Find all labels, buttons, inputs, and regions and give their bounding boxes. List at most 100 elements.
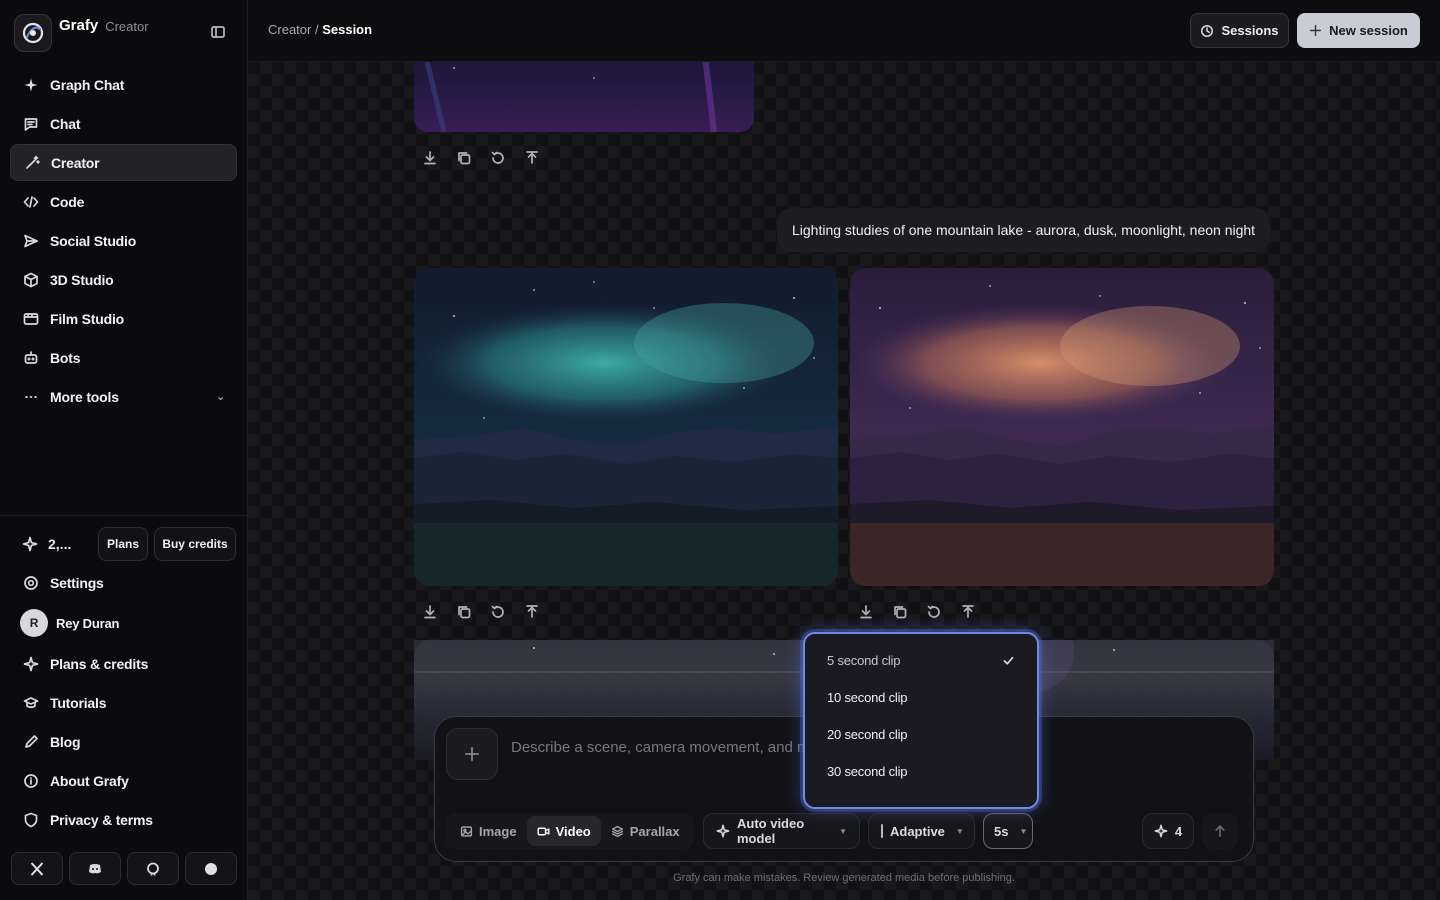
check-icon: [1002, 654, 1015, 667]
nav-item-graph-chat[interactable]: Graph Chat: [10, 66, 237, 103]
mode-parallax[interactable]: Parallax: [601, 816, 690, 846]
plus-icon: [1309, 24, 1322, 37]
disclaimer: Grafy can make mistakes. Review generate…: [673, 872, 1015, 884]
download-icon[interactable]: [422, 604, 438, 620]
refresh-icon[interactable]: [490, 150, 506, 166]
grafy-logo[interactable]: [14, 14, 52, 52]
refresh-icon[interactable]: [926, 604, 942, 620]
nav-item-chat[interactable]: Chat: [10, 105, 237, 142]
new-session-button[interactable]: New session: [1297, 13, 1420, 48]
nav-label: Tutorials: [50, 694, 107, 711]
film-icon: [22, 311, 40, 327]
nav-item-creator[interactable]: Creator: [10, 144, 237, 181]
copy-icon[interactable]: [456, 150, 472, 166]
caret-down-icon: ▼: [955, 826, 964, 836]
nav-item-more-tools[interactable]: More tools ⌄: [10, 378, 237, 415]
brand: Grafy Creator: [14, 14, 149, 52]
attach-button[interactable]: [446, 728, 498, 780]
credits-balance[interactable]: 2,...: [10, 536, 98, 552]
bot-icon: [22, 350, 40, 366]
gear-icon: [22, 575, 40, 591]
breadcrumb-parent[interactable]: Creator: [268, 22, 311, 37]
generated-image-dusk[interactable]: [850, 268, 1274, 586]
cube-icon: [22, 272, 40, 288]
option-label: 30 second clip: [827, 764, 908, 779]
generated-image-aurora[interactable]: [414, 268, 838, 586]
download-icon[interactable]: [422, 150, 438, 166]
send-button[interactable]: [1202, 813, 1238, 849]
info-icon: [22, 773, 40, 789]
duration-option-5s[interactable]: 5 second clip: [811, 642, 1031, 679]
duration-option-10s[interactable]: 10 second clip: [811, 679, 1031, 716]
duration-option-30s[interactable]: 30 second clip: [811, 753, 1031, 790]
mode-image[interactable]: Image: [450, 816, 527, 846]
nav-item-blog[interactable]: Blog: [10, 723, 237, 760]
nav-label: 3D Studio: [50, 271, 114, 288]
buy-credits-button[interactable]: Buy credits: [154, 527, 236, 561]
user-profile[interactable]: R Rey Duran: [10, 603, 237, 643]
nav-item-settings[interactable]: Settings: [10, 564, 237, 601]
nav-item-plans-credits[interactable]: Plans & credits: [10, 645, 237, 682]
copy-icon[interactable]: [456, 604, 472, 620]
mode-label: Video: [555, 823, 591, 839]
arrow-up-icon: [1213, 824, 1227, 838]
github-icon[interactable]: [127, 852, 179, 885]
credits-row: 2,... Plans Buy credits: [10, 526, 237, 562]
nav-item-tutorials[interactable]: Tutorials: [10, 684, 237, 721]
nav-item-social-studio[interactable]: Social Studio: [10, 222, 237, 259]
refresh-icon[interactable]: [490, 604, 506, 620]
sessions-button[interactable]: Sessions: [1190, 13, 1289, 48]
nav-item-film-studio[interactable]: Film Studio: [10, 300, 237, 337]
code-icon: [22, 194, 40, 210]
credit-cost[interactable]: 4: [1142, 813, 1194, 849]
layers-icon: [611, 825, 624, 838]
share-icon[interactable]: [524, 604, 540, 620]
nav-item-3d-studio[interactable]: 3D Studio: [10, 261, 237, 298]
nav-item-bots[interactable]: Bots: [10, 339, 237, 376]
avatar: R: [20, 609, 48, 637]
plans-button[interactable]: Plans: [98, 527, 148, 561]
duration-label: 5s: [994, 823, 1009, 839]
copy-icon[interactable]: [892, 604, 908, 620]
user-prompt-bubble: Lighting studies of one mountain lake - …: [777, 208, 1271, 252]
duration-menu: 5 second clip 10 second clip 20 second c…: [803, 632, 1039, 809]
download-icon[interactable]: [858, 604, 874, 620]
nav-label: Film Studio: [50, 310, 125, 327]
footer-nav: Settings R Rey Duran Plans & credits Tut…: [10, 564, 237, 840]
magic-wand-icon: [23, 155, 41, 171]
sidebar: Grafy Creator Graph Chat Chat Creator Co…: [0, 0, 248, 900]
nav-item-code[interactable]: Code: [10, 183, 237, 220]
app-subtitle: Creator: [105, 18, 149, 34]
chevron-down-icon: ⌄: [215, 391, 225, 403]
prompt-input[interactable]: [511, 735, 806, 759]
credits-value: 2,...: [48, 536, 72, 552]
previous-generated-image[interactable]: [414, 62, 754, 132]
nav-item-privacy[interactable]: Privacy & terms: [10, 801, 237, 838]
nav-item-about[interactable]: About Grafy: [10, 762, 237, 799]
checkbox[interactable]: [881, 824, 883, 838]
nav-label: Code: [50, 193, 85, 210]
app-name: Grafy: [59, 16, 99, 34]
x-icon[interactable]: [11, 852, 63, 885]
message-icon: [22, 116, 40, 132]
sparkle-icon: [716, 824, 730, 838]
nav-label: Chat: [50, 115, 81, 132]
adaptive-toggle[interactable]: Adaptive ▼: [868, 813, 975, 849]
duration-option-20s[interactable]: 20 second clip: [811, 716, 1031, 753]
mode-video[interactable]: Video: [526, 816, 601, 846]
nav-label: Social Studio: [50, 232, 137, 249]
share-icon[interactable]: [524, 150, 540, 166]
mode-switch: Image Video Parallax: [446, 813, 694, 849]
circle-icon[interactable]: [185, 852, 237, 885]
model-select[interactable]: Auto video model ▼: [703, 813, 860, 849]
sidebar-toggle-icon[interactable]: [210, 24, 226, 40]
nav-label: Plans & credits: [50, 655, 149, 672]
discord-icon[interactable]: [69, 852, 121, 885]
image-actions: [858, 604, 976, 620]
share-icon[interactable]: [960, 604, 976, 620]
nav-label: Blog: [50, 733, 81, 750]
duration-select[interactable]: 5s ▼: [983, 813, 1033, 849]
option-label: 10 second clip: [827, 690, 908, 705]
history-icon: [1200, 24, 1214, 38]
adaptive-label: Adaptive: [890, 823, 945, 839]
